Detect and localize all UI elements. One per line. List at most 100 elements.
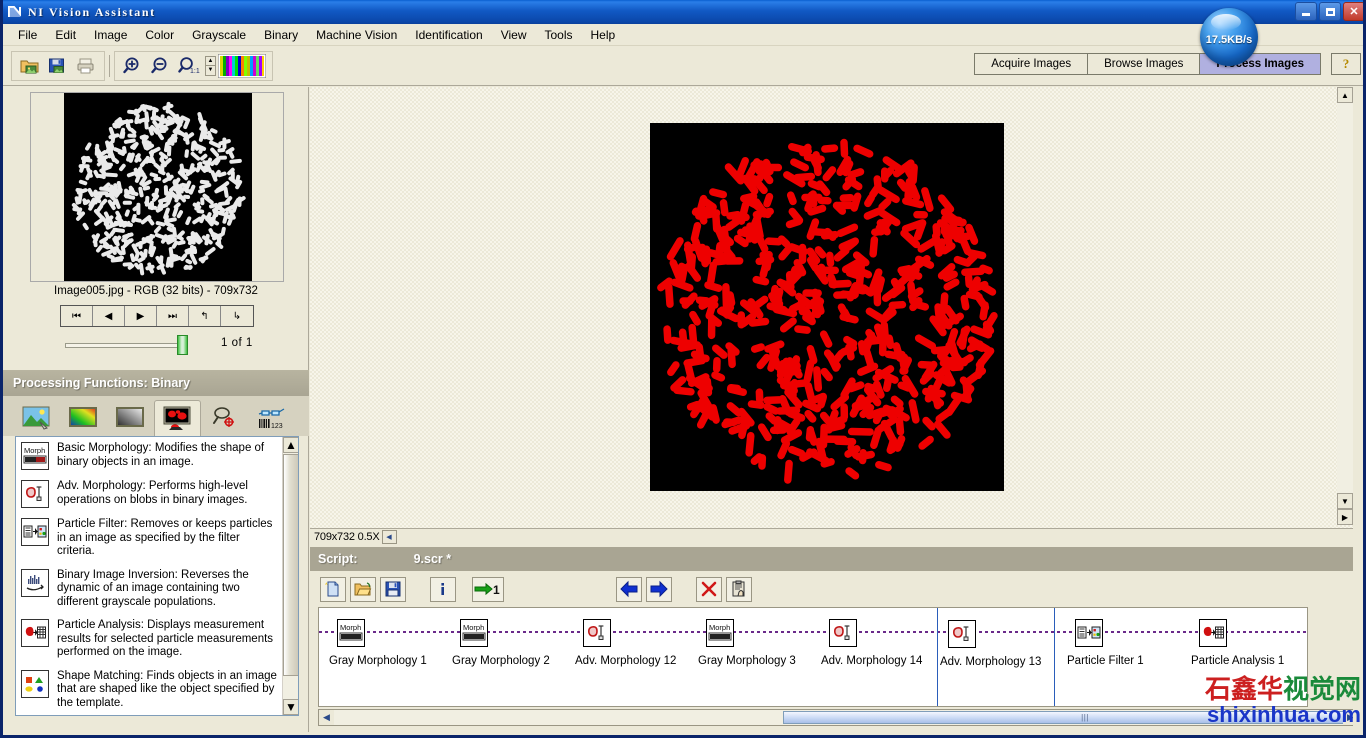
minimize-icon bbox=[1302, 13, 1310, 16]
script-step-adv-morphology-13[interactable]: Adv. Morphology 13 bbox=[937, 607, 1055, 707]
menu-item-tools[interactable]: Tools bbox=[535, 25, 581, 45]
zoom-out-button[interactable] bbox=[148, 53, 174, 79]
image-canvas-area[interactable] bbox=[310, 87, 1353, 542]
menu-item-file[interactable]: File bbox=[9, 25, 46, 45]
canvas-scroll-up-icon[interactable]: ▲ bbox=[1337, 87, 1353, 103]
scrollbar-thumb[interactable] bbox=[283, 454, 299, 676]
function-item-shape-matching[interactable]: Shape Matching: Finds objects in an imag… bbox=[16, 665, 283, 716]
rotate-left-button[interactable]: ↰ bbox=[189, 306, 221, 326]
function-item-particle-analysis[interactable]: Particle Analysis: Displays measurement … bbox=[16, 614, 283, 665]
strip-scroll-left-icon[interactable]: ◀ bbox=[319, 710, 334, 725]
canvas-zoom-label: 709x732 0.5X bbox=[310, 531, 380, 543]
scroll-down-icon[interactable]: ▼ bbox=[283, 699, 299, 715]
function-item-binary-image-inversion[interactable]: Binary Image Inversion: Reverses the dyn… bbox=[16, 564, 283, 615]
last-image-button[interactable]: ⏭ bbox=[157, 306, 189, 326]
image-slider-track[interactable] bbox=[65, 343, 185, 348]
step-forward-button[interactable] bbox=[646, 577, 672, 602]
tab-image[interactable] bbox=[13, 400, 60, 436]
menu-item-image[interactable]: Image bbox=[85, 25, 136, 45]
maximize-button[interactable] bbox=[1319, 2, 1341, 21]
function-list[interactable]: Morph Basic Morphology: Modifies the sha… bbox=[15, 436, 299, 716]
zoom-stepper-up[interactable]: ▲ bbox=[205, 56, 216, 66]
tab-color[interactable] bbox=[60, 400, 107, 436]
zoom-stepper-down[interactable]: ▼ bbox=[205, 66, 216, 76]
processed-image-display[interactable] bbox=[650, 123, 1004, 491]
delete-step-button[interactable] bbox=[696, 577, 722, 602]
step-back-button[interactable] bbox=[616, 577, 642, 602]
window-title: NI Vision Assistant bbox=[28, 5, 156, 20]
canvas-scroll-right-icon[interactable]: ▶ bbox=[1337, 509, 1353, 525]
open-script-button[interactable] bbox=[350, 577, 376, 602]
watermark-chinese-red: 石鑫华 bbox=[1205, 675, 1283, 704]
script-step-label: Gray Morphology 2 bbox=[452, 655, 550, 667]
rotate-right-button[interactable]: ↳ bbox=[221, 306, 253, 326]
watermark-chinese: 石鑫华视觉网 bbox=[1165, 677, 1361, 703]
maximize-icon bbox=[1326, 8, 1335, 16]
script-step-label: Gray Morphology 3 bbox=[698, 655, 796, 667]
particle-analysis-icon bbox=[1199, 619, 1227, 647]
copy-step-button[interactable] bbox=[726, 577, 752, 602]
zoom-in-button[interactable] bbox=[120, 53, 146, 79]
network-speed-indicator[interactable]: 17.5KB/s bbox=[1200, 8, 1258, 66]
menu-item-color[interactable]: Color bbox=[136, 25, 183, 45]
zoom-actual-button[interactable]: 1:1 bbox=[176, 53, 202, 79]
first-image-button[interactable]: ⏮ bbox=[61, 306, 93, 326]
tab-identification[interactable]: 123 bbox=[248, 400, 295, 436]
menu-item-machine-vision[interactable]: Machine Vision bbox=[307, 25, 406, 45]
script-toolbar: 1 bbox=[310, 571, 1366, 607]
palette-button[interactable] bbox=[217, 53, 267, 79]
tab-binary[interactable] bbox=[154, 400, 201, 436]
minimize-button[interactable] bbox=[1295, 2, 1317, 21]
tab-grayscale[interactable] bbox=[107, 400, 154, 436]
script-step-label: Adv. Morphology 12 bbox=[575, 655, 676, 667]
function-list-scrollbar[interactable]: ▲ ▼ bbox=[282, 437, 298, 715]
canvas-zoom-status-bar: 709x732 0.5X ◀ bbox=[310, 528, 1353, 545]
particle-filter-icon bbox=[1075, 619, 1103, 647]
adv-morphology-blob-icon bbox=[21, 480, 49, 508]
menu-item-edit[interactable]: Edit bbox=[46, 25, 85, 45]
menu-item-identification[interactable]: Identification bbox=[406, 25, 491, 45]
help-button[interactable]: ? bbox=[1331, 53, 1361, 75]
function-item-text: Shape Matching: Finds objects in an imag… bbox=[57, 670, 277, 711]
menu-item-help[interactable]: Help bbox=[582, 25, 625, 45]
function-item-particle-filter[interactable]: Particle Filter: Removes or keeps partic… bbox=[16, 513, 283, 564]
binary-particles-image bbox=[650, 123, 1004, 491]
menu-item-view[interactable]: View bbox=[492, 25, 536, 45]
canvas-scroll-down-icon[interactable]: ▼ bbox=[1337, 493, 1353, 509]
red-x-icon bbox=[700, 580, 718, 598]
canvas-hscroll-left-icon[interactable]: ◀ bbox=[382, 530, 397, 544]
zoom-stepper[interactable]: ▲ ▼ bbox=[205, 56, 216, 76]
scroll-up-icon[interactable]: ▲ bbox=[283, 437, 299, 453]
close-button[interactable]: ✕ bbox=[1343, 2, 1365, 21]
blue-arrow-left-icon bbox=[619, 580, 639, 598]
script-step-label: Adv. Morphology 13 bbox=[940, 656, 1041, 668]
save-script-button[interactable] bbox=[380, 577, 406, 602]
magnifier-target-icon bbox=[210, 405, 240, 431]
menu-item-grayscale[interactable]: Grayscale bbox=[183, 25, 255, 45]
right-edge-filler bbox=[1353, 87, 1366, 732]
mode-browse-images[interactable]: Browse Images bbox=[1087, 53, 1200, 75]
image-thumbnail-panel[interactable] bbox=[30, 92, 284, 282]
glasses-barcode-icon: 123 bbox=[255, 405, 289, 431]
save-image-button[interactable] bbox=[45, 53, 71, 79]
adv-morphology-blob-icon bbox=[948, 620, 976, 648]
tab-machine-vision[interactable] bbox=[201, 400, 248, 436]
left-panel: Image005.jpg - RGB (32 bits) - 709x732 ⏮… bbox=[3, 87, 309, 732]
run-once-button[interactable]: 1 bbox=[472, 577, 504, 602]
menu-item-binary[interactable]: Binary bbox=[255, 25, 307, 45]
script-header-bar: Script: 9.scr * bbox=[310, 547, 1366, 571]
script-step-label: Particle Filter 1 bbox=[1067, 655, 1144, 667]
previous-image-button[interactable]: ◀ bbox=[93, 306, 125, 326]
mode-acquire-images[interactable]: Acquire Images bbox=[974, 53, 1088, 75]
function-item-basic-morphology[interactable]: Morph Basic Morphology: Modifies the sha… bbox=[16, 437, 283, 475]
canvas-vertical-scrollbar[interactable]: ▲ ▼ ▶ bbox=[1337, 87, 1353, 525]
print-button[interactable] bbox=[73, 53, 99, 79]
open-image-button[interactable] bbox=[17, 53, 43, 79]
next-image-button[interactable]: ▶ bbox=[125, 306, 157, 326]
function-item-adv-morphology[interactable]: Adv. Morphology: Performs high-level ope… bbox=[16, 475, 283, 513]
script-info-button[interactable] bbox=[430, 577, 456, 602]
image-slider-thumb[interactable] bbox=[177, 335, 188, 355]
new-script-button[interactable] bbox=[320, 577, 346, 602]
script-filename: 9.scr * bbox=[414, 552, 452, 566]
script-step-strip[interactable]: Morph Gray Morphology 1 Morph Gray Morph… bbox=[318, 607, 1308, 707]
